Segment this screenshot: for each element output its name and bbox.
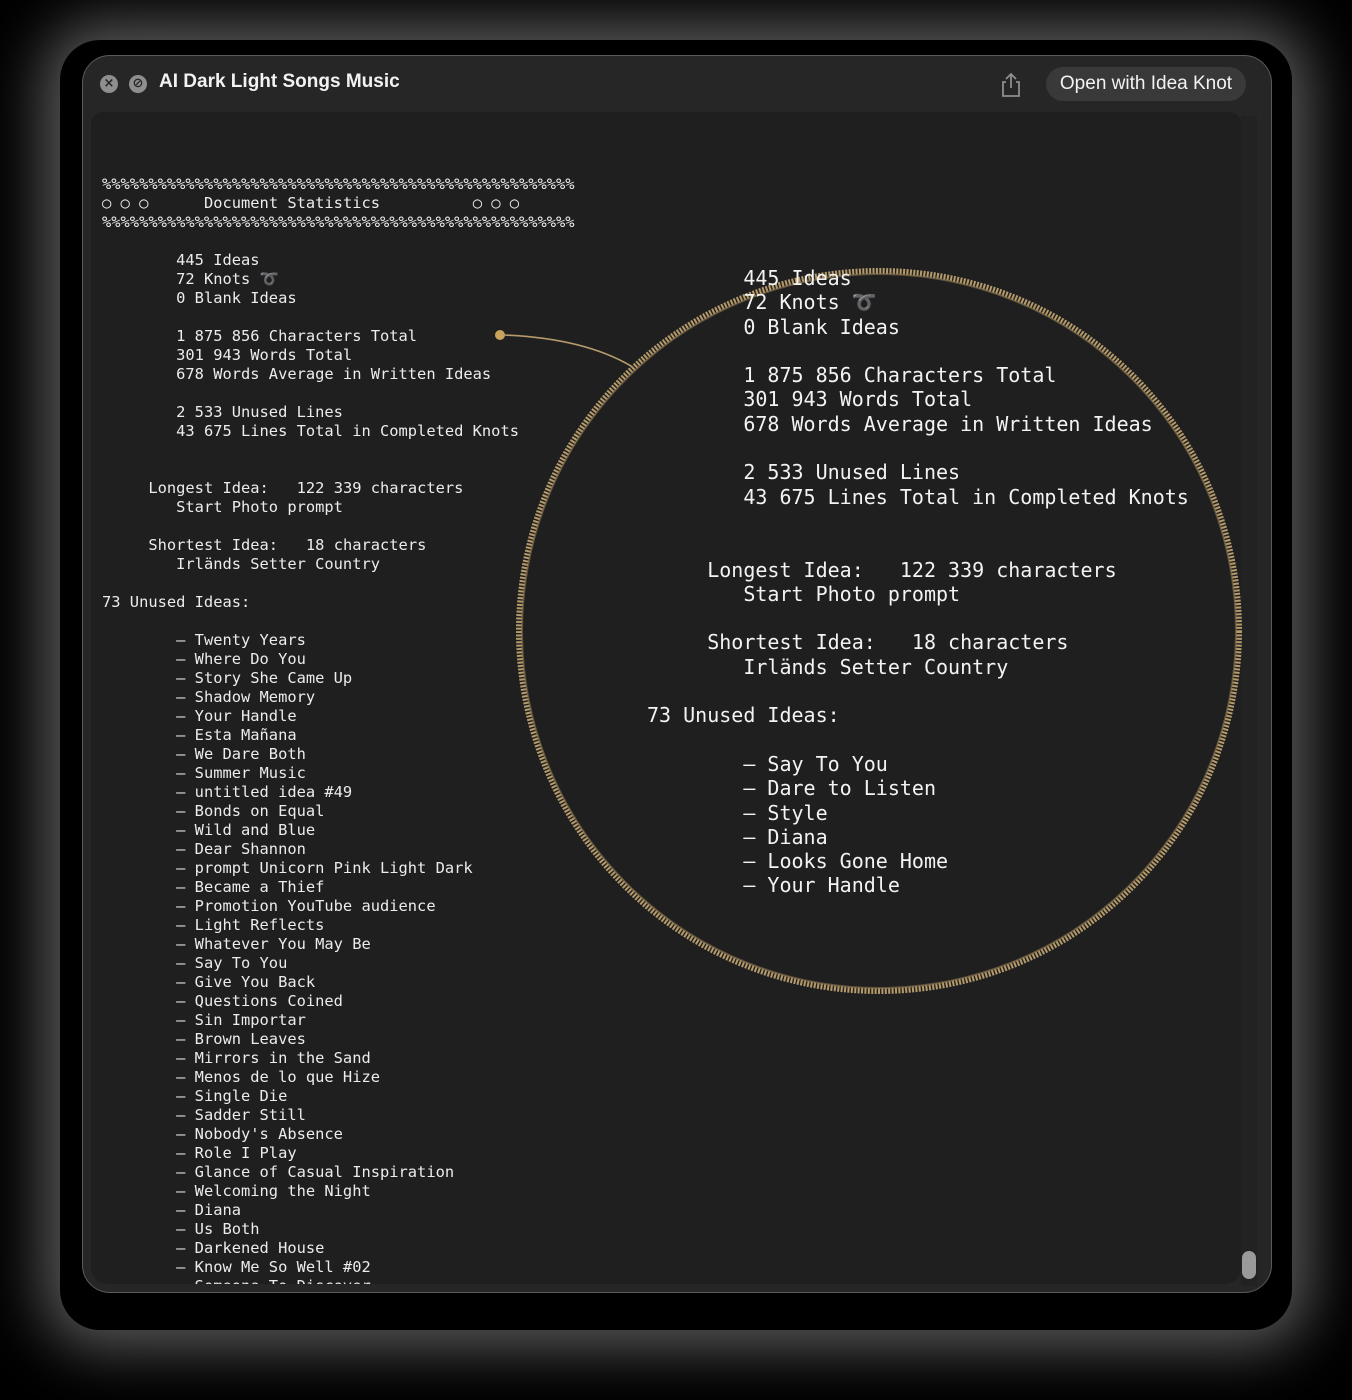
magnified-text: 445 Ideas 72 Knots ➰ 0 Blank Ideas 1 875… <box>647 266 1189 898</box>
zoom-stat-knots: 72 Knots <box>743 290 840 315</box>
zoom-shortest-value: 18 characters <box>911 630 1069 655</box>
zoom-stat-blank: 0 Blank Ideas <box>743 314 900 339</box>
zoom-unused-heading: 73 Unused Ideas: <box>647 703 840 728</box>
zoom-longest-label: Longest Idea: <box>707 557 864 582</box>
zoom-longest-name: Start Photo prompt <box>743 581 961 606</box>
zoom-unused-idea-item: Say To You <box>767 751 888 776</box>
zoom-stat-characters: 1 875 856 Characters Total <box>743 363 1057 388</box>
zoom-stat-average: 678 Words Average in Written Ideas <box>743 411 1153 436</box>
zoom-unused-idea-item: Looks Gone Home <box>767 849 949 874</box>
zoom-unused-idea-item: Diana <box>767 824 828 849</box>
zoom-longest-value: 122 339 characters <box>899 557 1117 582</box>
zoom-shortest-name: Irländs Setter Country <box>743 654 1009 679</box>
zoom-unused-list: – Say To You – Dare to Listen – Style – … <box>647 751 949 898</box>
zoom-stat-lines-total: 43 675 Lines Total in Completed Knots <box>743 484 1189 509</box>
zoom-unused-idea-item: Dare to Listen <box>767 776 936 801</box>
quicklook-window: × ⊘ AI Dark Light Songs Music Open with … <box>82 55 1272 1293</box>
zoom-stat-unused-lines: 2 533 Unused Lines <box>743 460 961 485</box>
zoom-stat-words: 301 943 Words Total <box>743 387 973 412</box>
zoom-knot-icon: ➰ <box>851 290 877 315</box>
zoom-shortest-label: Shortest Idea: <box>707 630 876 655</box>
callout-line <box>502 334 632 367</box>
zoom-unused-idea-item: Style <box>767 800 828 825</box>
zoom-stat-ideas: 445 Ideas <box>743 266 852 290</box>
zoom-unused-idea-item: Your Handle <box>767 873 900 898</box>
